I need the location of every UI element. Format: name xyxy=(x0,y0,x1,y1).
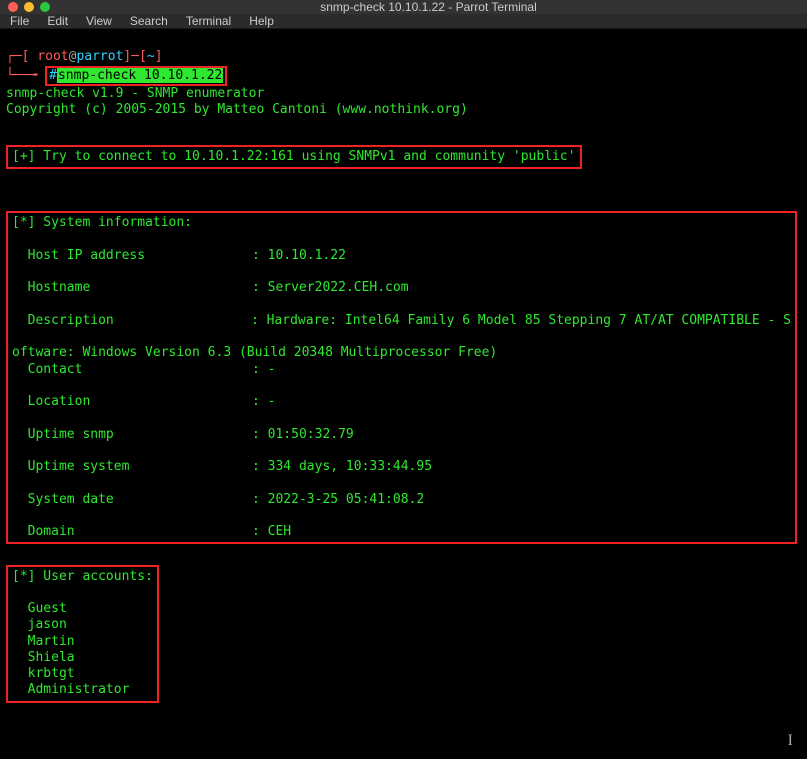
minimize-icon[interactable] xyxy=(24,2,34,12)
user-row: Administrator xyxy=(12,682,129,697)
maximize-icon[interactable] xyxy=(40,2,50,12)
sysinfo-box: [*] System information: Host IP address:… xyxy=(6,211,797,544)
menu-edit[interactable]: Edit xyxy=(47,14,68,28)
close-icon[interactable] xyxy=(8,2,18,12)
terminal-window: snmp-check 10.10.1.22 - Parrot Terminal … xyxy=(0,0,807,528)
kv-location: Location: - xyxy=(12,394,791,410)
kv-system-date: System date: 2022-3-25 05:41:08.2 xyxy=(12,492,791,508)
command-text: snmp-check 10.10.1.22 xyxy=(57,68,223,83)
kv-contact: Contact: - xyxy=(12,362,791,378)
kv-uptime-system: Uptime system: 334 days, 10:33:44.95 xyxy=(12,459,791,475)
prompt-open: ┌─[ xyxy=(6,49,29,64)
prompt-host: parrot xyxy=(76,49,123,64)
prompt-close2: ] xyxy=(155,49,163,64)
tool-header-1: snmp-check v1.9 - SNMP enumerator xyxy=(6,86,264,101)
sysinfo-heading: [*] System information: xyxy=(12,215,192,230)
user-row: krbtgt xyxy=(12,666,75,681)
prompt-user: root xyxy=(29,49,68,64)
prompt-line2: └──╼ xyxy=(6,68,45,83)
kv-description: Description: Hardware: Intel64 Family 6 … xyxy=(12,313,791,329)
menu-file[interactable]: File xyxy=(10,14,29,28)
menu-terminal[interactable]: Terminal xyxy=(186,14,231,28)
window-title: snmp-check 10.10.1.22 - Parrot Terminal xyxy=(58,0,799,14)
kv-hostname: Hostname: Server2022.CEH.com xyxy=(12,280,791,296)
kv-domain: Domain: CEH xyxy=(12,524,791,540)
menu-search[interactable]: Search xyxy=(130,14,168,28)
menu-view[interactable]: View xyxy=(86,14,112,28)
user-row: Martin xyxy=(12,634,75,649)
prompt-close: ]─[ xyxy=(123,49,146,64)
connect-line: [+] Try to connect to 10.10.1.22:161 usi… xyxy=(12,149,576,164)
users-heading: [*] User accounts: xyxy=(12,569,153,584)
kv-uptime-snmp: Uptime snmp: 01:50:32.79 xyxy=(12,427,791,443)
kv-hostip: Host IP address: 10.10.1.22 xyxy=(12,248,791,264)
menubar: File Edit View Search Terminal Help xyxy=(0,14,807,29)
titlebar: snmp-check 10.10.1.22 - Parrot Terminal xyxy=(0,0,807,14)
users-box: [*] User accounts: Guest jason Martin Sh… xyxy=(6,565,159,703)
connect-box: [+] Try to connect to 10.10.1.22:161 usi… xyxy=(6,145,582,169)
terminal-body[interactable]: ┌─[ root@parrot]─[~] └──╼ #snmp-check 10… xyxy=(0,29,807,759)
tool-header-2: Copyright (c) 2005-2015 by Matteo Canton… xyxy=(6,102,468,117)
kv-description-wrap: oftware: Windows Version 6.3 (Build 2034… xyxy=(12,345,497,360)
user-row: Shiela xyxy=(12,650,75,665)
window-controls xyxy=(8,2,50,12)
prompt-tilde: ~ xyxy=(147,49,155,64)
prompt-hash: # xyxy=(49,68,57,83)
command-highlight-box: #snmp-check 10.10.1.22 xyxy=(45,66,227,86)
user-row: Guest xyxy=(12,601,67,616)
user-row: jason xyxy=(12,617,67,632)
text-cursor-icon: I xyxy=(788,731,793,751)
menu-help[interactable]: Help xyxy=(249,14,274,28)
